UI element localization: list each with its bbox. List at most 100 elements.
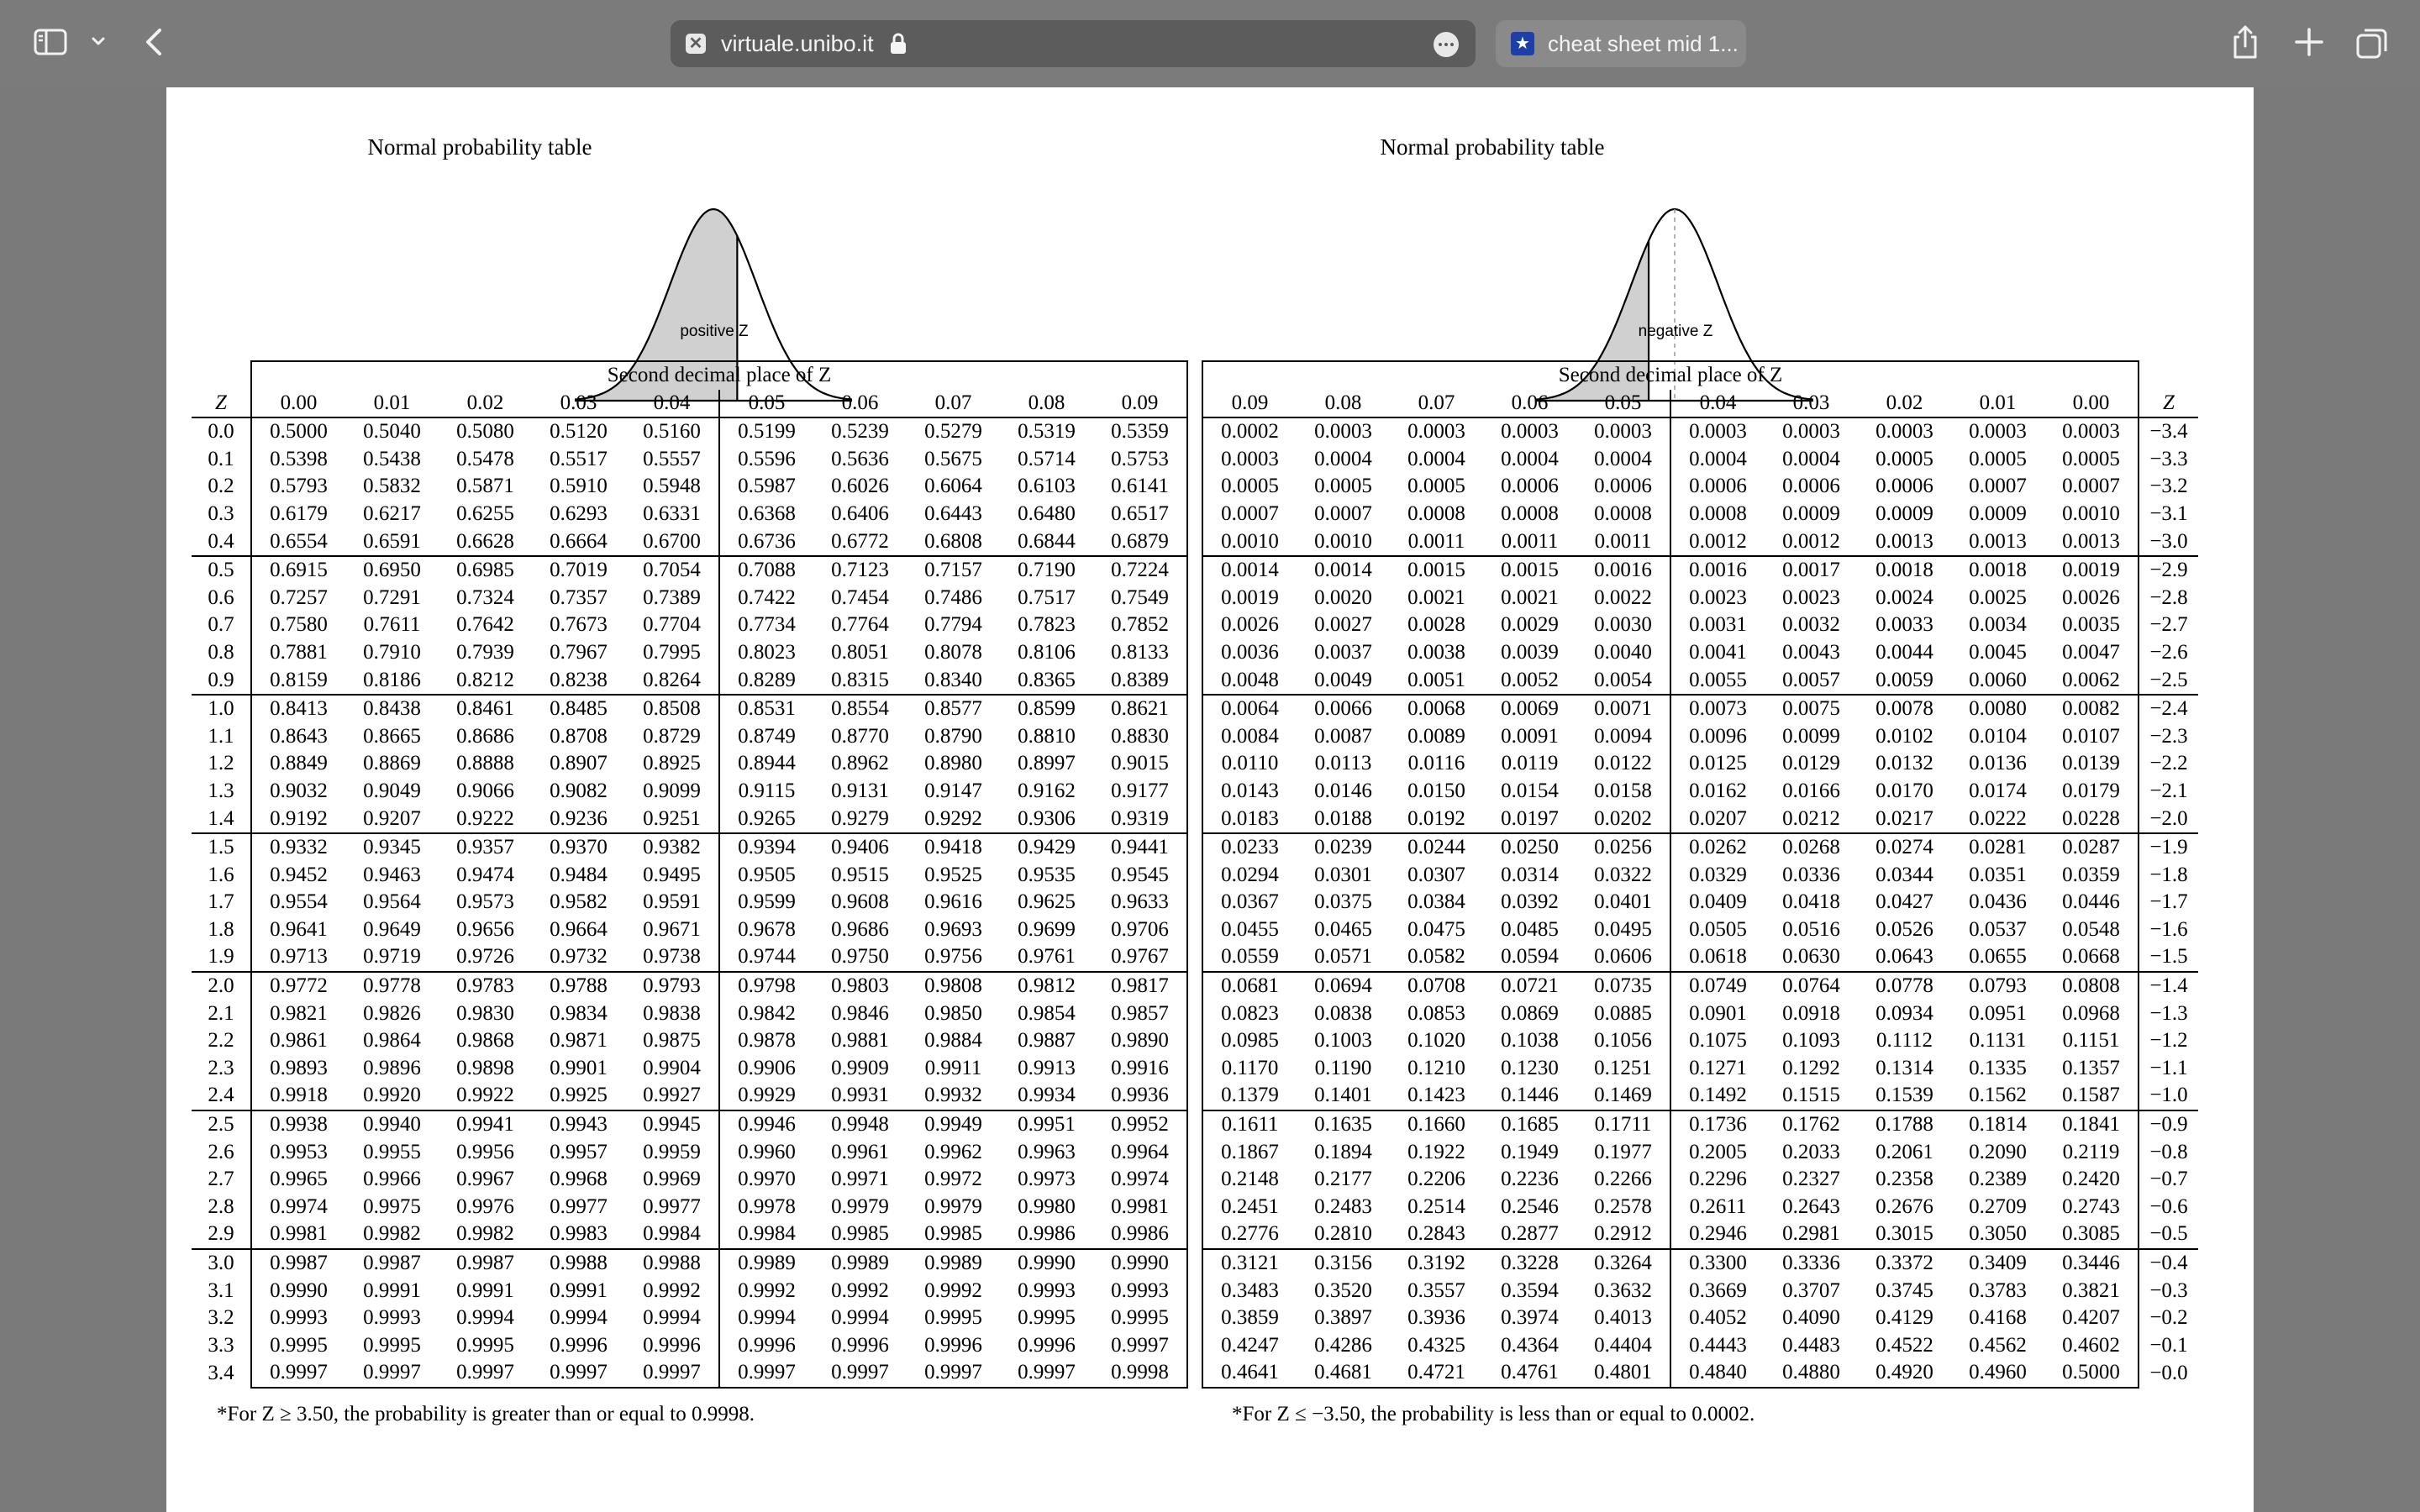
probability-cell: 0.9713: [250, 943, 345, 973]
probability-cell: 0.5596: [718, 445, 813, 474]
probability-cell: 0.9948: [813, 1110, 907, 1139]
probability-cell: 0.9641: [250, 916, 345, 944]
table-row: 3.4 0.9997 0.9997 0.9997 0.9997 0.9997 0.9997 0…: [192, 1359, 1188, 1389]
probability-cell: 0.9842: [718, 1000, 813, 1028]
probability-cell: 0.6179: [250, 500, 345, 528]
probability-cell: 0.9966: [363, 1168, 421, 1191]
probability-cell: 0.0002: [1202, 417, 1297, 446]
probability-cell: 0.6772: [831, 529, 889, 553]
probability-cell: 0.9953: [250, 1138, 345, 1167]
probability-cell: 0.9131: [831, 779, 889, 802]
table-row: 0.6 0.7257 0.7291 0.7324 0.7357 0.7389 0.7422 0…: [192, 584, 1188, 612]
probability-cell: 0.9292: [924, 806, 982, 830]
z-value: 1.6: [208, 863, 234, 886]
table-row: 1.1 0.8643 0.8665 0.8686 0.8708 0.8729 0.8749 0…: [192, 722, 1188, 751]
probability-cell: 0.0643: [1876, 945, 1933, 969]
probability-cell: 0.9963: [1018, 1140, 1076, 1163]
probability-cell: 0.8389: [1093, 666, 1188, 696]
probability-cell: 0.0582: [1407, 945, 1465, 969]
probability-cell: 0.9834: [550, 1001, 608, 1025]
probability-cell: 0.5832: [363, 475, 421, 498]
table-row: 0.2148 0.2177 0.2206 0.2236 0.2266 0.2296 0.23…: [1202, 1166, 2198, 1194]
new-tab-icon[interactable]: [2292, 25, 2326, 59]
table-row: 0.0559 0.0571 0.0582 0.0594 0.0606 0.0618 0.06…: [1202, 943, 2198, 973]
probability-cell: 0.9817: [1093, 971, 1188, 1000]
z-value: 3.4: [208, 1361, 234, 1384]
probability-cell: 0.5636: [831, 447, 889, 470]
probability-cell: 0.5160: [643, 420, 701, 444]
probability-cell: 0.1003: [1314, 1029, 1372, 1053]
probability-cell: 0.8849: [250, 750, 345, 778]
probability-cell: 0.0026: [2044, 584, 2139, 612]
tab-overview-icon[interactable]: [2354, 25, 2390, 60]
probability-cell: 0.0096: [1670, 722, 1765, 751]
probability-cell: 0.9994: [643, 1306, 701, 1330]
probability-cell: 0.0069: [1483, 694, 1576, 723]
table-row: 0.0143 0.0146 0.0150 0.0154 0.0158 0.0162 0.01…: [1202, 777, 2198, 806]
probability-cell: 0.1131: [1969, 1029, 2027, 1053]
probability-cell: 0.9066: [456, 779, 514, 802]
probability-cell: 0.8554: [813, 694, 907, 723]
probability-cell: 0.0351: [1969, 863, 2027, 886]
tab-cheat-sheet[interactable]: ★ cheat sheet mid 1...: [1496, 20, 1746, 67]
sidebar-icon[interactable]: [34, 29, 67, 55]
probability-cell: 0.9916: [1093, 1054, 1188, 1083]
probability-cell: 0.9967: [456, 1168, 514, 1191]
probability-cell: 0.9978: [718, 1193, 813, 1221]
probability-cell: 0.7881: [250, 638, 345, 667]
probability-cell: 0.0031: [1670, 612, 1765, 639]
probability-cell: 0.1867: [1202, 1138, 1297, 1167]
probability-cell: 0.9913: [1018, 1056, 1076, 1079]
probability-cell: 0.9945: [625, 1110, 719, 1139]
table-row: 2.1 0.9821 0.9826 0.9830 0.9834 0.9838 0.9842 0…: [192, 1000, 1188, 1028]
z-value: −1.0: [2149, 1084, 2188, 1107]
probability-cell: 0.0594: [1501, 945, 1559, 969]
probability-cell: 0.0233: [1202, 832, 1297, 862]
probability-cell: 0.0005: [1314, 475, 1372, 498]
probability-cell: 0.9808: [907, 971, 1000, 1000]
table-row: 0.0036 0.0037 0.0038 0.0039 0.0040 0.0041 0.00…: [1202, 638, 2198, 667]
probability-cell: 0.0197: [1501, 806, 1559, 830]
table-row: 2.8 0.9974 0.9975 0.9976 0.9977 0.9977 0.9978 0…: [192, 1193, 1188, 1221]
column-header: 0.03: [532, 389, 625, 419]
probability-cell: 0.9893: [250, 1054, 345, 1083]
probability-cell: 0.1949: [1501, 1140, 1559, 1163]
probability-cell: 0.0655: [1969, 945, 2027, 969]
probability-cell: 0.9904: [643, 1056, 701, 1079]
lock-icon: [891, 33, 906, 54]
probability-cell: 0.3557: [1407, 1278, 1465, 1302]
probability-cell: 0.6064: [924, 475, 982, 498]
probability-cell: 0.9980: [1018, 1194, 1076, 1218]
table-row: 0.5 0.6915 0.6950 0.6985 0.7019 0.7054 0.7088 0…: [192, 555, 1188, 585]
probability-cell: 0.0427: [1876, 890, 1933, 914]
probability-cell: 0.5753: [1093, 445, 1188, 474]
probability-cell: 0.9991: [363, 1278, 421, 1302]
address-bar[interactable]: ✕ virtuale.unibo.it: [671, 20, 1476, 67]
table-row: 0.0003 0.0004 0.0004 0.0004 0.0004 0.0004 0.00…: [1202, 445, 2198, 474]
probability-cell: 0.0005: [1876, 447, 1933, 470]
probability-cell: 0.5987: [718, 473, 813, 501]
z-value: 2.9: [208, 1222, 234, 1246]
probability-cell: 0.9756: [924, 945, 982, 969]
chevron-down-icon[interactable]: [87, 30, 109, 52]
probability-cell: 0.9591: [643, 890, 701, 914]
probability-cell: 0.4052: [1670, 1305, 1765, 1332]
probability-cell: 0.9370: [532, 832, 625, 862]
probability-cell: 0.3483: [1202, 1277, 1297, 1305]
probability-cell: 0.1056: [1594, 1029, 1652, 1053]
probability-cell: 0.0116: [1407, 752, 1465, 775]
share-icon[interactable]: [2228, 24, 2262, 60]
probability-cell: 0.9793: [625, 971, 719, 1000]
probability-cell: 0.9993: [1093, 1277, 1188, 1305]
probability-cell: 0.6736: [718, 528, 813, 557]
probability-cell: 0.9992: [718, 1277, 813, 1305]
more-options-icon[interactable]: [1434, 32, 1459, 57]
z-header: Z: [192, 389, 251, 419]
back-icon[interactable]: [139, 25, 168, 59]
probability-cell: 0.0336: [1782, 863, 1840, 886]
probability-cell: 0.7704: [643, 613, 701, 637]
probability-cell: 0.9931: [831, 1084, 889, 1107]
probability-cell: 0.9826: [363, 1001, 421, 1025]
probability-cell: 0.0006: [1876, 475, 1933, 498]
probability-cell: 0.0268: [1765, 832, 1858, 862]
